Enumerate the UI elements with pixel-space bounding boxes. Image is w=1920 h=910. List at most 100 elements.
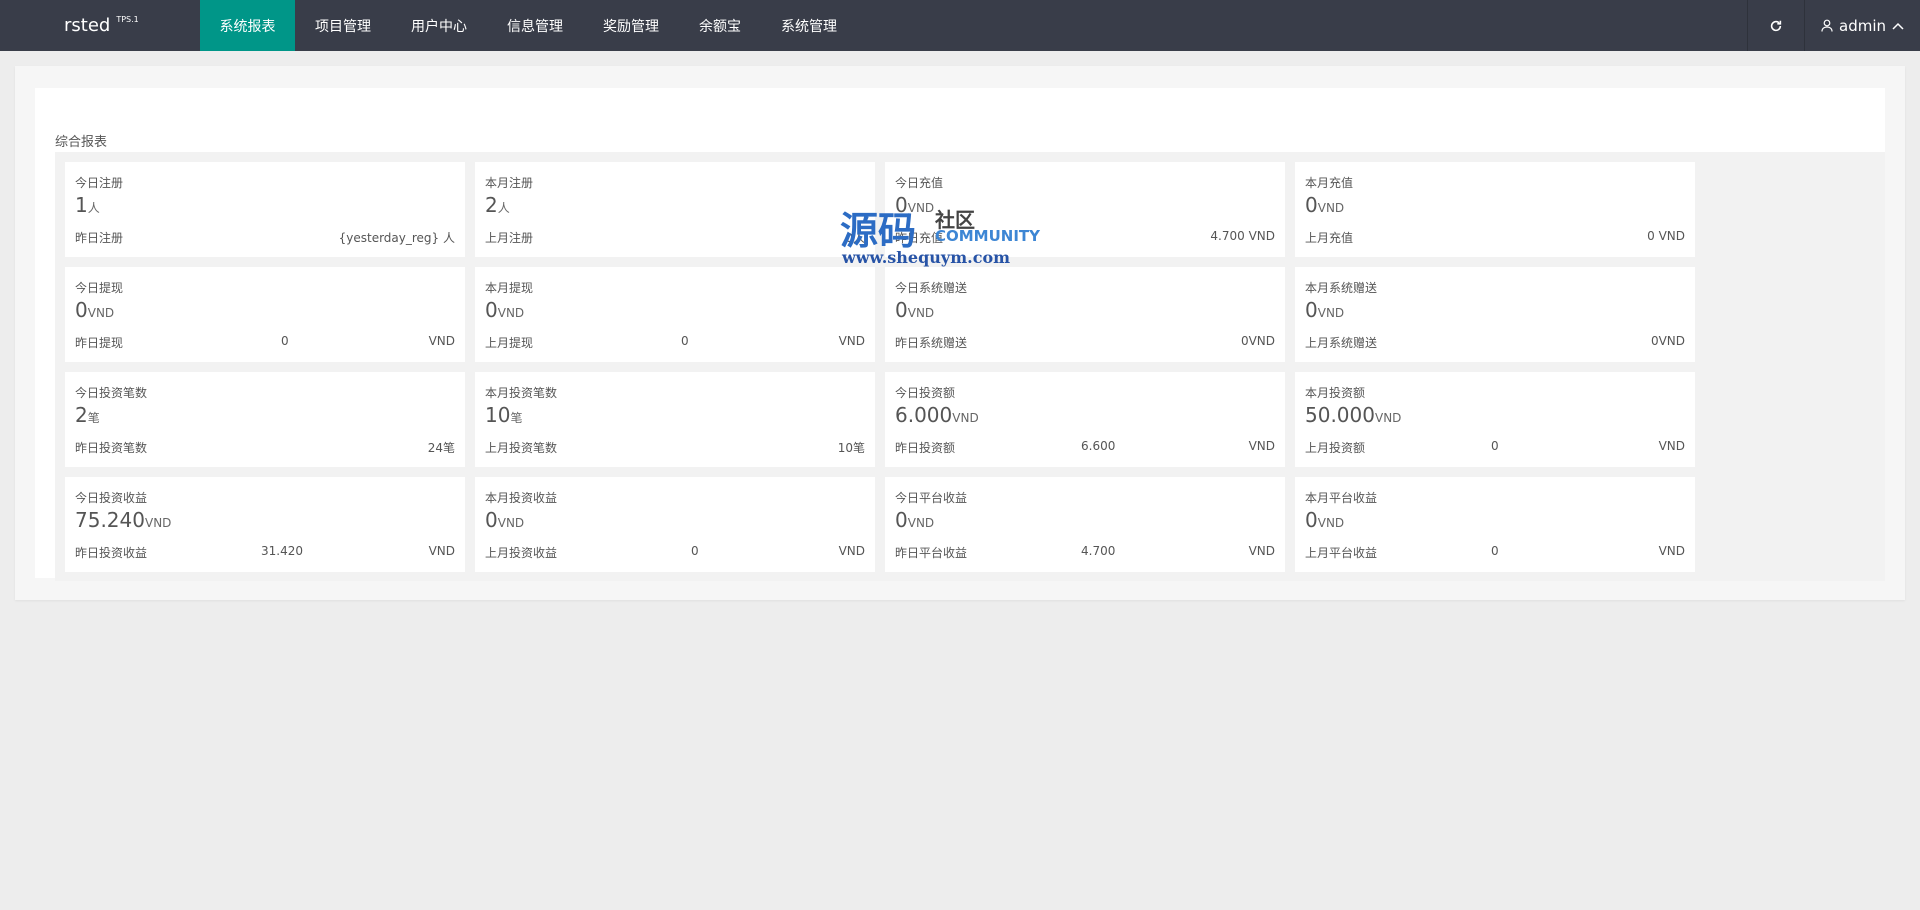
refresh-button[interactable] [1747,0,1804,51]
nav-label: 信息管理 [507,18,563,35]
nav-item-yuebao[interactable]: 余额宝 [679,0,761,51]
nav-label: 奖励管理 [603,18,659,35]
stat-card: 本月平台收益 0VND 上月平台收益 0 VND [1295,477,1695,572]
stat-card: 今日系统赠送 0VND 昨日系统赠送 0VND [885,267,1285,362]
stat-unit: VND [1317,201,1345,215]
nav-item-project-management[interactable]: 项目管理 [295,0,391,51]
stat-footer-right: VND [838,544,865,558]
stat-value-row: 0VND [895,507,1275,533]
watermark-url: www.shequym.com [842,248,1011,267]
stat-title: 今日充值 [895,176,944,190]
stat-value-row: 2人 [485,192,865,218]
stat-title: 本月投资额 [1305,386,1366,400]
stat-value: 0 [75,298,88,322]
stat-title: 本月投资收益 [485,491,558,505]
stat-footer-label: 上月投资额 [1305,441,1366,455]
stat-footer-label: 昨日投资额 [895,441,956,455]
stat-footer-right: 0VND [1650,334,1685,348]
top-right-tools: admin [1747,0,1920,51]
stat-footer-label: 上月系统赠送 [1305,336,1378,350]
app-logo[interactable]: rsted TPS.1 [0,0,200,51]
stat-unit: VND [1317,306,1345,320]
stat-value-row: 2笔 [75,402,455,428]
chevron-up-icon [1892,22,1904,30]
stat-value-row: 0VND [485,297,865,323]
stat-footer: 上月注册 0人 [485,229,865,245]
stat-footer: 上月平台收益 0 VND [1305,544,1685,560]
stat-footer-right: 10笔 [837,441,865,455]
stat-footer: 昨日系统赠送 0VND [895,334,1275,350]
stat-footer-mid: 31.420 [261,544,303,558]
stat-footer-right: VND [1658,439,1685,453]
stat-footer-label: 上月平台收益 [1305,546,1378,560]
stat-footer-label: 昨日提现 [75,336,124,350]
refresh-icon [1770,20,1782,31]
stat-unit: 笔 [510,411,523,425]
stat-footer-right: VND [1248,439,1275,453]
stat-value: 50.000 [1305,403,1375,427]
report-card: 综合报表 今日注册 1人 昨日注册 {yesterday_reg} 人本月注册 2人 上月… [35,88,1885,581]
watermark-en-text: COMMUNITY [935,227,1041,245]
stat-footer-label: 昨日注册 [75,231,124,245]
stat-card: 今日投资额 6.000VND 昨日投资额 6.600 VND [885,372,1285,467]
stat-footer-mid: 0 [691,544,699,558]
stat-card: 今日注册 1人 昨日注册 {yesterday_reg} 人 [65,162,465,257]
stat-footer-label: 昨日投资收益 [75,546,148,560]
top-navigation-bar: rsted TPS.1 系统报表 项目管理 用户中心 信息管理 奖励管理 余额宝 … [0,0,1920,51]
stat-value: 0 [895,508,908,532]
stat-footer: 昨日平台收益 4.700 VND [895,544,1275,560]
nav-item-reward-management[interactable]: 奖励管理 [583,0,679,51]
stat-footer-label: 昨日平台收益 [895,546,968,560]
stat-footer: 上月系统赠送 0VND [1305,334,1685,350]
stat-value: 0 [1305,508,1318,532]
stat-value: 0 [1305,298,1318,322]
stat-value: 75.240 [75,508,145,532]
stat-title: 本月平台收益 [1305,491,1378,505]
stat-footer-right: VND [428,544,455,558]
stat-footer-label: 上月提现 [485,336,534,350]
stat-footer: 上月提现 0 VND [485,334,865,350]
stat-card: 本月提现 0VND 上月提现 0 VND [475,267,875,362]
stat-footer-right: VND [1658,544,1685,558]
stat-footer-label: 上月投资收益 [485,546,558,560]
stat-unit: VND [907,516,935,530]
stat-unit: VND [144,516,172,530]
stat-footer-right: VND [1248,544,1275,558]
stat-footer-right: VND [428,334,455,348]
nav-label: 用户中心 [411,18,467,35]
stat-value: 6.000 [895,403,953,427]
stat-card: 今日提现 0VND 昨日提现 0 VND [65,267,465,362]
main-nav: 系统报表 项目管理 用户中心 信息管理 奖励管理 余额宝 系统管理 [200,0,857,51]
user-menu[interactable]: admin [1804,0,1920,51]
stat-value-row: 50.000VND [1305,402,1685,428]
stat-title: 今日系统赠送 [895,281,968,295]
stat-footer: 昨日提现 0 VND [75,334,455,350]
nav-item-user-center[interactable]: 用户中心 [391,0,487,51]
stat-title: 今日注册 [75,176,124,190]
nav-item-system-management[interactable]: 系统管理 [761,0,857,51]
stat-title: 本月投资笔数 [485,386,558,400]
stat-unit: 人 [87,201,100,215]
nav-item-info-management[interactable]: 信息管理 [487,0,583,51]
stat-card: 今日投资收益 75.240VND 昨日投资收益 31.420 VND [65,477,465,572]
stat-value-row: 0VND [895,297,1275,323]
stat-footer-mid: 6.600 [1081,439,1116,453]
stat-value-row: 0VND [1305,507,1685,533]
stat-footer-mid: 0 [1491,544,1499,558]
stat-footer-right: VND [838,334,865,348]
stat-unit: 人 [497,201,510,215]
stat-value: 0 [485,508,498,532]
version-label: TPS.1 [116,15,139,24]
nav-item-system-report[interactable]: 系统报表 [200,0,295,51]
stat-footer-label: 上月充值 [1305,231,1354,245]
stat-value: 1 [75,193,88,217]
watermark-main-text: 源码 [840,209,917,253]
stat-value: 0 [485,298,498,322]
stat-footer: 上月投资收益 0 VND [485,544,865,560]
stat-value: 2 [75,403,88,427]
stat-value-row: 0VND [485,507,865,533]
stat-unit: VND [87,306,115,320]
stat-title: 今日平台收益 [895,491,968,505]
stat-footer: 上月投资笔数 10笔 [485,439,865,455]
stat-footer-right: 24笔 [427,441,455,455]
